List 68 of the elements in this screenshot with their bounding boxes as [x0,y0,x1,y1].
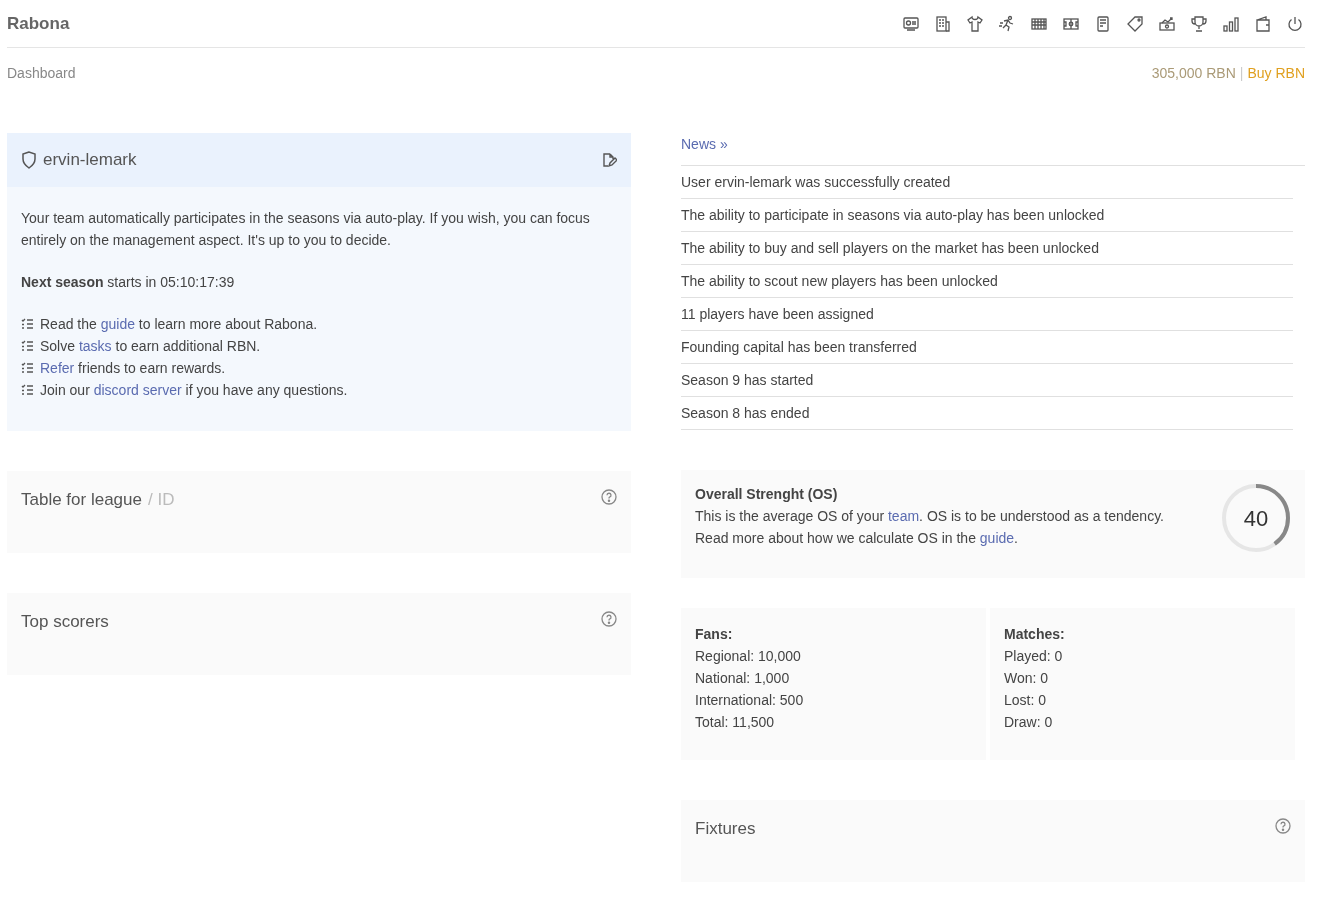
stat-line: National: 1,000 [695,669,791,688]
news-item: User ervin-lemark was successfully created [681,166,1293,199]
monitor-icon[interactable] [902,14,920,33]
bar-chart-icon[interactable] [1222,14,1240,33]
power-icon[interactable] [1286,14,1304,33]
intro-text: Your team automatically participates in the seasons via auto-play. If you wish, you can focus entirely on the management aspect. It's up to you to decide. [21,209,591,250]
sentence-text: if you have any questions. [184,382,348,398]
team-name: ervin-lemark [43,149,137,172]
news-item: Season 9 has started [681,364,1293,397]
stat-line: Total: 11,500 [695,713,776,732]
inline-link[interactable]: discord server [93,382,182,398]
document-icon[interactable] [1094,14,1112,33]
stat-line: Draw: 0 [1004,713,1054,732]
os-value: 40 [1242,504,1270,533]
balance: 305,000 RBN [1151,63,1236,83]
sentence-text: Read more about how we calculate OS in the [695,530,977,546]
sentence-text: friends to earn rewards. [77,360,226,376]
stats-title: Matches: [1004,625,1066,644]
news-item: Season 8 has ended [681,397,1293,430]
separator: | [1239,63,1244,83]
sentence-text: This is the average OS of your [695,508,886,524]
stat-line: Played: 0 [1004,647,1064,666]
tag-icon[interactable] [1126,14,1144,33]
stat-line: Won: 0 [1004,669,1050,688]
news-item: The ability to buy and sell players on the market has been unlocked [681,232,1293,265]
os-title: Overall Strenght (OS) [695,485,839,504]
shirt-icon[interactable] [966,14,984,33]
checklist-icon [21,384,34,396]
news-item: 11 players have been assigned [681,298,1293,331]
brand-name[interactable]: Rabona [7,10,70,37]
inline-link[interactable]: guide [100,316,135,332]
stats-title: Fans: [695,625,734,644]
sentence-text: to earn additional RBN. [114,338,261,354]
runner-icon[interactable] [998,14,1016,33]
card-title: Fixtures [695,818,756,840]
inline-link[interactable]: guide [979,530,1015,546]
news-item: The ability to scout new players has been unlocked [681,265,1293,298]
stat-line: Lost: 0 [1004,691,1048,710]
sentence-text: to learn more about Rabona. [137,316,318,332]
help-icon[interactable] [601,489,617,505]
checklist-icon [21,318,34,330]
sentence-text: Join our [40,382,91,398]
news-item: Founding capital has been transferred [681,331,1293,364]
sentence-text: Solve [40,338,77,354]
sentence-text: . OS is to be understood as a tendency. [919,508,1164,524]
stat-line: Regional: 10,000 [695,647,802,666]
help-icon[interactable] [601,611,617,627]
breadcrumb[interactable]: Dashboard [7,62,76,84]
edit-icon[interactable] [601,152,617,168]
card-title: Table for league [21,489,142,511]
shield-icon [21,151,37,169]
sentence-text: Read the [40,316,98,332]
inline-link[interactable]: Refer [40,360,75,376]
next-season-text: Next season starts in 05:10:17:39 [21,273,236,292]
news-link[interactable]: News » [681,133,1305,166]
inline-link[interactable]: tasks [78,338,112,354]
checklist-icon [21,362,34,374]
news-item: The ability to participate in seasons via auto-play has been unlocked [681,199,1293,232]
money-icon[interactable] [1158,14,1176,33]
building-icon[interactable] [934,14,952,33]
stat-line: International: 500 [695,691,805,710]
trophy-icon[interactable] [1190,14,1208,33]
league-id: / ID [148,489,175,511]
checklist-icon [21,340,34,352]
sentence-text: . [1014,530,1018,546]
help-icon[interactable] [1275,818,1291,834]
card-title: Top scorers [21,611,109,633]
wallet-icon[interactable] [1254,14,1272,33]
